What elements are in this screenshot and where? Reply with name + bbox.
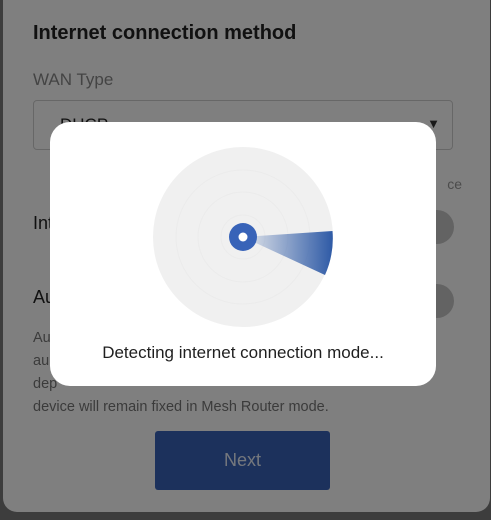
detecting-dialog: Detecting internet connection mode...	[50, 122, 436, 386]
detecting-message: Detecting internet connection mode...	[102, 343, 384, 362]
radar-scan-icon	[153, 147, 333, 327]
